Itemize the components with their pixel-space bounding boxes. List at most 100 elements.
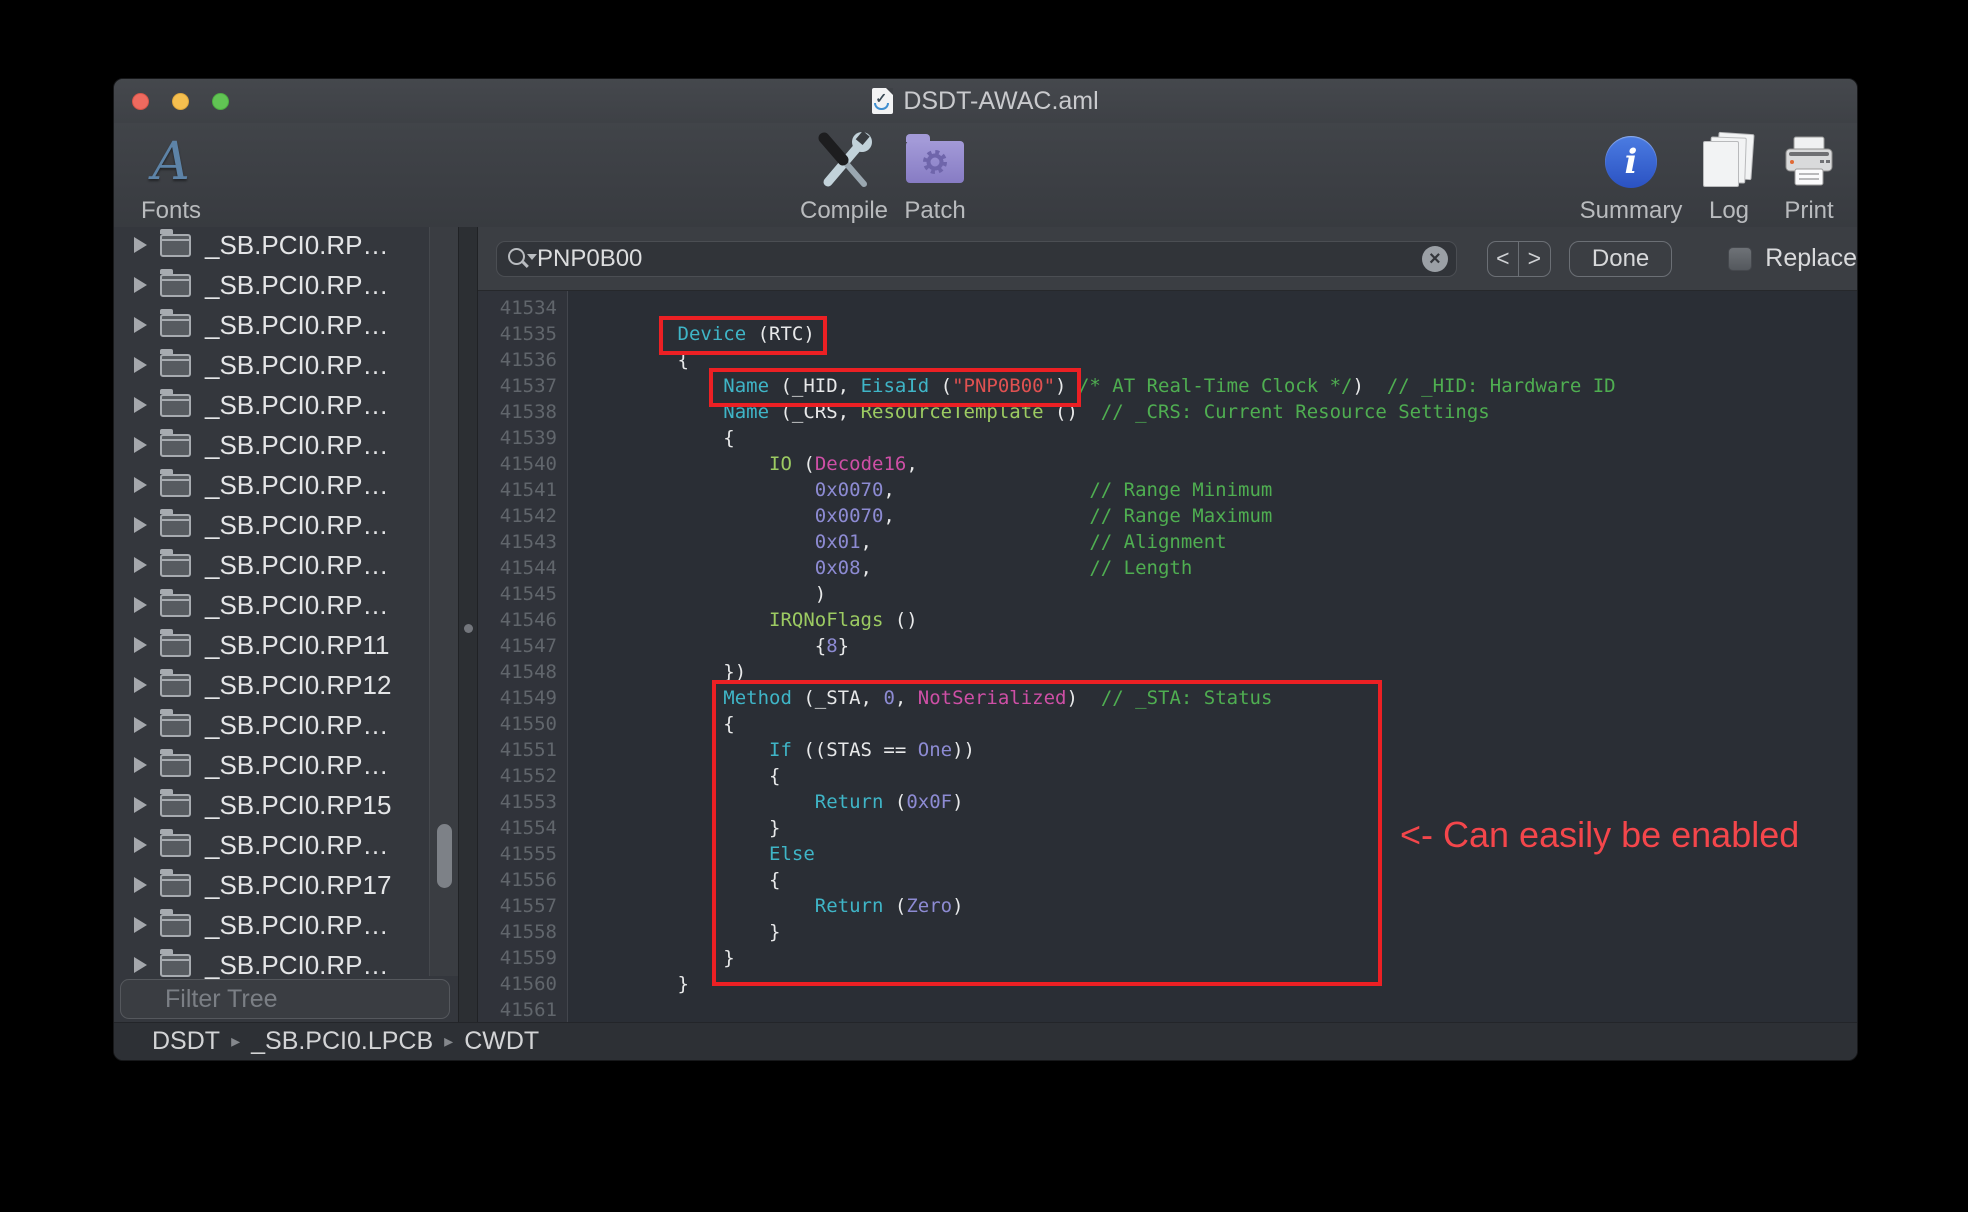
code-line[interactable]: ) [586,581,1857,607]
traffic-lights [114,93,229,110]
annotation-note: <- Can easily be enabled [1400,814,1799,856]
replace-checkbox[interactable] [1728,247,1752,271]
tree-item-label: _SB.PCI0.RP… [205,510,389,541]
tree-item[interactable]: _SB.PCI0.RP12 [114,665,429,705]
code-line[interactable]: IO (Decode16, [586,451,1857,477]
line-number: 41555 [478,841,557,867]
disclosure-triangle-icon[interactable] [134,557,147,573]
tree-item[interactable]: _SB.PCI0.RP… [114,745,429,785]
disclosure-triangle-icon[interactable] [134,277,147,293]
sidebar-scrollbar[interactable] [429,227,458,976]
line-number: 41560 [478,971,557,997]
disclosure-triangle-icon[interactable] [134,437,147,453]
disclosure-triangle-icon[interactable] [134,957,147,973]
breadcrumb-item[interactable]: CWDT [464,1027,539,1056]
divider-dimple[interactable] [464,624,473,633]
summary-button[interactable]: i Summary [1576,129,1686,225]
zoom-button[interactable] [212,93,229,110]
window-title: DSDT-AWAC.aml [903,87,1098,116]
disclosure-triangle-icon[interactable] [134,397,147,413]
folder-icon [160,554,191,577]
disclosure-triangle-icon[interactable] [134,357,147,373]
breadcrumb-item[interactable]: _SB.PCI0.LPCB [251,1027,433,1056]
line-number: 41548 [478,659,557,685]
disclosure-triangle-icon[interactable] [134,837,147,853]
disclosure-triangle-icon[interactable] [134,597,147,613]
tree-item[interactable]: _SB.PCI0.RP… [114,705,429,745]
tree-item-label: _SB.PCI0.RP17 [205,870,391,901]
tree-item[interactable]: _SB.PCI0.RP17 [114,865,429,905]
folder-icon [160,434,191,457]
done-button[interactable]: Done [1569,241,1672,277]
document-icon [872,88,893,114]
tree-item[interactable]: _SB.PCI0.RP… [114,585,429,625]
tree-item[interactable]: _SB.PCI0.RP… [114,545,429,585]
titlebar[interactable]: DSDT-AWAC.aml [114,79,1857,123]
disclosure-triangle-icon[interactable] [134,477,147,493]
split-divider[interactable] [458,227,478,1022]
disclosure-triangle-icon[interactable] [134,517,147,533]
tree-item[interactable]: _SB.PCI0.RP… [114,425,429,465]
disclosure-triangle-icon[interactable] [134,677,147,693]
filter-tree-input[interactable] [120,979,450,1019]
tree-item[interactable]: _SB.PCI0.RP… [114,305,429,345]
disclosure-triangle-icon[interactable] [134,797,147,813]
sidebar-scrollbar-thumb[interactable] [437,824,452,888]
code-line[interactable]: {8} [586,633,1857,659]
log-button[interactable]: Log [1686,129,1772,225]
folder-icon [160,914,191,937]
line-number: 41540 [478,451,557,477]
line-number: 41553 [478,789,557,815]
disclosure-triangle-icon[interactable] [134,317,147,333]
clear-search-button[interactable]: × [1422,246,1448,272]
tree-item-label: _SB.PCI0.RP… [205,910,389,941]
disclosure-triangle-icon[interactable] [134,757,147,773]
tree-item[interactable]: _SB.PCI0.RP… [114,825,429,865]
disclosure-triangle-icon[interactable] [134,877,147,893]
code-line[interactable]: 0x08, // Length [586,555,1857,581]
print-button[interactable]: Print [1766,129,1852,225]
status-bar: DSDT▸_SB.PCI0.LPCB▸CWDT [114,1022,1857,1060]
code-line[interactable]: 0x0070, // Range Maximum [586,503,1857,529]
tree-item[interactable]: _SB.PCI0.RP15 [114,785,429,825]
tree-item[interactable]: _SB.PCI0.RP… [114,905,429,945]
tree-item[interactable]: _SB.PCI0.RP… [114,505,429,545]
disclosure-triangle-icon[interactable] [134,717,147,733]
find-next-button[interactable]: > [1519,242,1550,276]
compile-icon [812,129,876,195]
close-button[interactable] [132,93,149,110]
code-line[interactable]: 0x0070, // Range Minimum [586,477,1857,503]
patch-button[interactable]: Patch [880,129,990,225]
folder-icon [160,634,191,657]
tree-item-label: _SB.PCI0.RP… [205,230,389,261]
annotation-box-sta-method [712,680,1382,986]
tree-item[interactable]: _SB.PCI0.RP… [114,265,429,305]
folder-icon [160,834,191,857]
line-number: 41537 [478,373,557,399]
tree-item-label: _SB.PCI0.RP12 [205,670,391,701]
code-line[interactable]: IRQNoFlags () [586,607,1857,633]
tree-item[interactable]: _SB.PCI0.RP… [114,345,429,385]
find-previous-button[interactable]: < [1488,242,1519,276]
search-field[interactable]: × [496,241,1457,277]
line-number: 41546 [478,607,557,633]
tree-item[interactable]: _SB.PCI0.RP11 [114,625,429,665]
tree-item[interactable]: _SB.PCI0.RP… [114,385,429,425]
tree-item-label: _SB.PCI0.RP… [205,270,389,301]
code-line[interactable]: { [586,425,1857,451]
fonts-button[interactable]: A Fonts [126,129,216,225]
search-input[interactable] [537,245,1422,273]
fonts-label: Fonts [141,197,201,225]
breadcrumb-item[interactable]: DSDT [152,1027,220,1056]
disclosure-triangle-icon[interactable] [134,917,147,933]
tree-item-label: _SB.PCI0.RP… [205,590,389,621]
disclosure-triangle-icon[interactable] [134,637,147,653]
code-line[interactable] [586,997,1857,1022]
code-line[interactable]: 0x01, // Alignment [586,529,1857,555]
tree-item[interactable]: _SB.PCI0.RP… [114,465,429,505]
tree-item[interactable]: _SB.PCI0.RP… [114,227,429,265]
minimize-button[interactable] [172,93,189,110]
tree-item-label: _SB.PCI0.RP… [205,950,389,981]
disclosure-triangle-icon[interactable] [134,237,147,253]
summary-label: Summary [1580,197,1683,225]
